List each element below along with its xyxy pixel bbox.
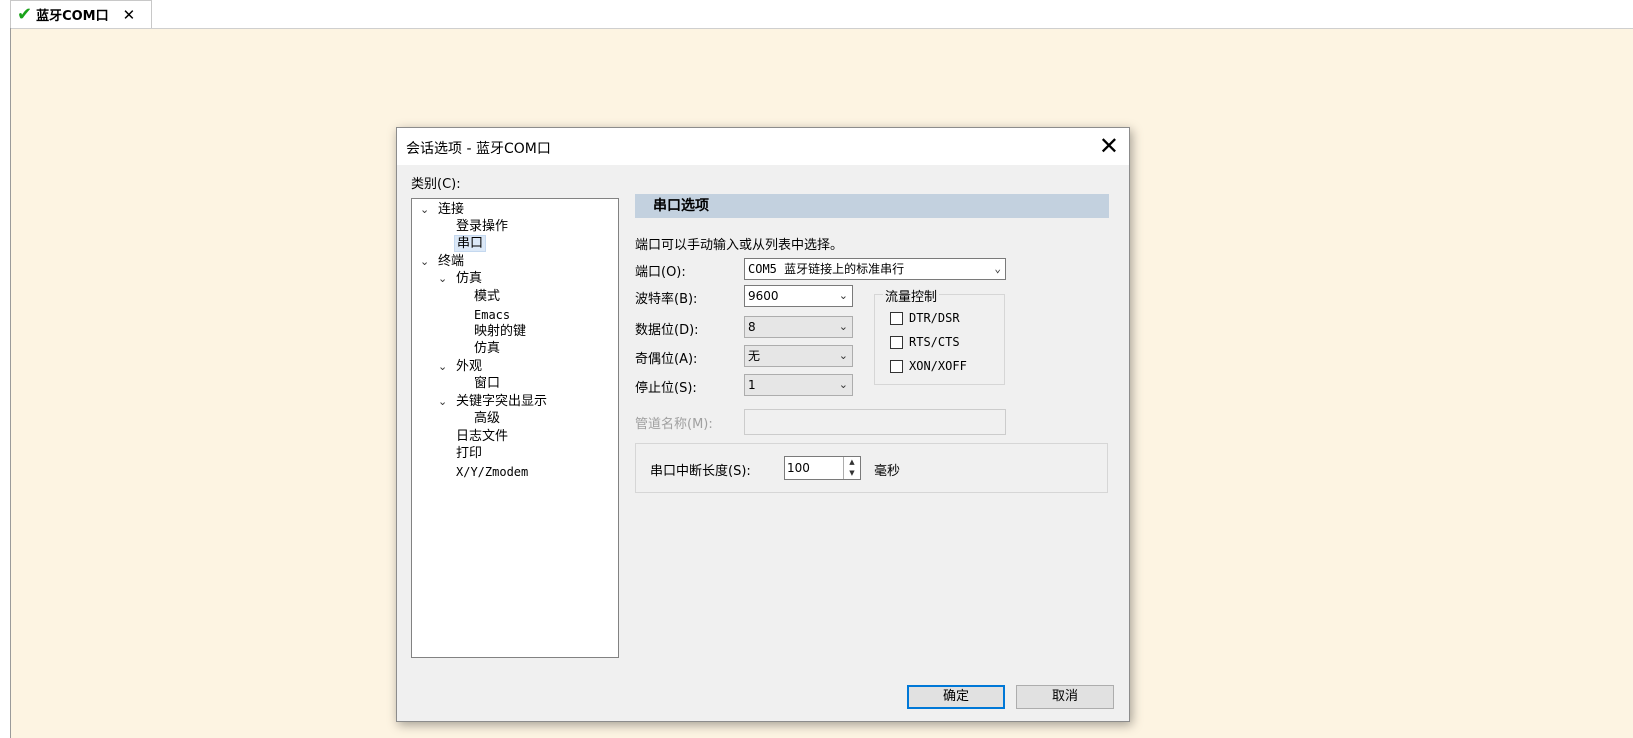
- tree-item-log-file[interactable]: 日志文件: [456, 428, 508, 446]
- section-title: 串口选项: [635, 194, 1109, 218]
- pipe-name-input: [744, 409, 1006, 435]
- port-select[interactable]: COM5 蓝牙链接上的标准串行 ⌄: [744, 258, 1006, 280]
- pipe-name-label: 管道名称(M):: [635, 417, 713, 432]
- tree-item-emulation-sub[interactable]: 仿真: [474, 340, 500, 358]
- chevron-down-icon: ⌄: [838, 349, 848, 362]
- checkbox-box[interactable]: [890, 311, 903, 325]
- chevron-down-icon[interactable]: ⌄: [438, 393, 456, 411]
- stop-bits-select[interactable]: 1 ⌄: [744, 374, 853, 396]
- tree-item-serial[interactable]: 串口: [454, 235, 487, 253]
- port-label: 端口(O):: [635, 265, 686, 280]
- tree-item-xyzmodem[interactable]: X/Y/Zmodem: [456, 463, 528, 481]
- chevron-down-icon: ⌄: [994, 262, 1001, 275]
- tree-item-advanced[interactable]: 高级: [474, 410, 500, 428]
- checkbox-dtr-dsr[interactable]: DTR/DSR: [890, 309, 960, 327]
- parity-value: 无: [748, 349, 761, 363]
- chevron-down-icon[interactable]: ⌄: [438, 270, 456, 288]
- tree-item-emulation[interactable]: ⌄ 仿真: [438, 270, 482, 288]
- checkbox-box[interactable]: [890, 359, 903, 373]
- port-hint-text: 端口可以手动输入或从列表中选择。: [635, 238, 844, 253]
- session-tab[interactable]: ✔ 蓝牙COM口 ✕: [10, 0, 152, 28]
- stop-bits-label: 停止位(S):: [635, 381, 697, 396]
- tree-item-emacs[interactable]: Emacs: [474, 306, 510, 324]
- data-bits-label: 数据位(D):: [635, 323, 699, 338]
- baud-rate-value: 9600: [748, 289, 779, 303]
- session-options-dialog: 会话选项 - 蓝牙COM口 ✕ 类别(C): ⌄ 连接 登录操作 串口 ⌄ 终端 ⌄…: [396, 127, 1130, 722]
- checkbox-xon-xoff[interactable]: XON/XOFF: [890, 357, 967, 375]
- chevron-down-icon: ⌄: [838, 378, 848, 391]
- session-tab-label: 蓝牙COM口: [36, 9, 109, 24]
- parity-select[interactable]: 无 ⌄: [744, 345, 853, 367]
- checkbox-rts-cts[interactable]: RTS/CTS: [890, 333, 960, 351]
- stop-bits-value: 1: [748, 378, 756, 392]
- tree-item-modes[interactable]: 模式: [474, 288, 500, 306]
- ok-button[interactable]: 确定: [907, 685, 1005, 709]
- baud-rate-select[interactable]: 9600 ⌄: [744, 285, 853, 307]
- checkbox-label: DTR/DSR: [909, 311, 960, 325]
- port-select-value: COM5 蓝牙链接上的标准串行: [748, 262, 905, 276]
- chevron-down-icon[interactable]: ⌄: [420, 201, 438, 219]
- dialog-titlebar[interactable]: 会话选项 - 蓝牙COM口 ✕: [397, 128, 1129, 165]
- chevron-down-icon[interactable]: ⌄: [438, 358, 456, 376]
- baud-rate-label: 波特率(B):: [635, 292, 698, 307]
- spinner-buttons[interactable]: ▲ ▼: [843, 457, 860, 479]
- tree-item-connection[interactable]: ⌄ 连接: [420, 201, 464, 219]
- category-label: 类别(C):: [411, 177, 461, 192]
- data-bits-value: 8: [748, 320, 756, 334]
- checkbox-label: RTS/CTS: [909, 335, 960, 349]
- close-tab-icon[interactable]: ✕: [123, 6, 136, 24]
- flow-control-group: 流量控制 DTR/DSR RTS/CTS XON/XOFF: [874, 286, 1005, 385]
- tree-item-appearance[interactable]: ⌄ 外观: [438, 358, 482, 376]
- tree-item-window[interactable]: 窗口: [474, 375, 500, 393]
- session-tab-bar: ✔ 蓝牙COM口 ✕: [0, 0, 1633, 29]
- flow-control-title: 流量控制: [883, 286, 940, 305]
- checkmark-icon: ✔: [17, 3, 33, 25]
- data-bits-select[interactable]: 8 ⌄: [744, 316, 853, 338]
- checkbox-label: XON/XOFF: [909, 359, 967, 373]
- category-tree[interactable]: ⌄ 连接 登录操作 串口 ⌄ 终端 ⌄ 仿真 模式 Emacs 映射的键 仿真 ⌄ 外观…: [411, 198, 619, 658]
- break-length-label: 串口中断长度(S):: [650, 464, 751, 479]
- tree-item-printing[interactable]: 打印: [456, 445, 482, 463]
- parity-label: 奇偶位(A):: [635, 352, 698, 367]
- dialog-close-icon[interactable]: ✕: [1099, 131, 1119, 161]
- chevron-down-icon[interactable]: ⌄: [420, 253, 438, 271]
- tree-item-mapped-keys[interactable]: 映射的键: [474, 323, 526, 341]
- tree-item-keyword-highlight[interactable]: ⌄ 关键字突出显示: [438, 393, 547, 411]
- chevron-down-icon: ⌄: [838, 289, 848, 302]
- spin-up-icon[interactable]: ▲: [844, 457, 860, 468]
- spin-down-icon[interactable]: ▼: [844, 468, 860, 479]
- dialog-title: 会话选项 - 蓝牙COM口: [406, 141, 551, 157]
- tree-item-logon-actions[interactable]: 登录操作: [456, 218, 508, 236]
- break-length-unit: 毫秒: [874, 464, 901, 479]
- left-panel-edge: [0, 28, 11, 738]
- checkbox-box[interactable]: [890, 335, 903, 349]
- break-length-value: 100: [787, 461, 810, 475]
- break-length-group: 串口中断长度(S): 100 ▲ ▼ 毫秒: [635, 443, 1108, 493]
- cancel-button[interactable]: 取消: [1016, 685, 1114, 709]
- tree-item-terminal[interactable]: ⌄ 终端: [420, 253, 464, 271]
- break-length-spinner[interactable]: 100 ▲ ▼: [784, 456, 861, 480]
- chevron-down-icon: ⌄: [838, 320, 848, 333]
